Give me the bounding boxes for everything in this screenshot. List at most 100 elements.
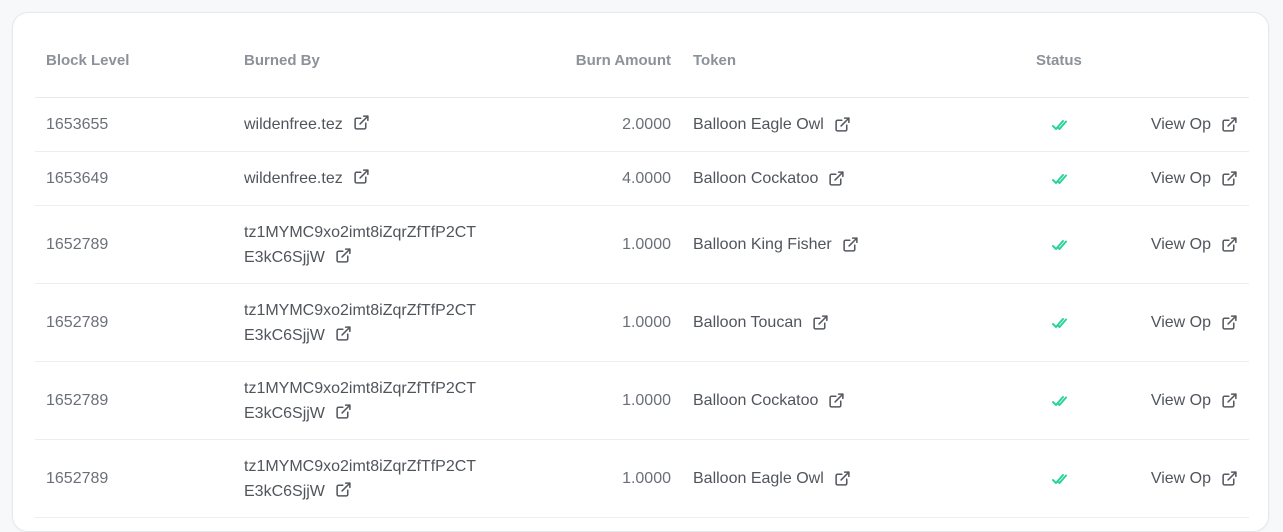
view-op-label[interactable]: View Op	[1151, 314, 1211, 332]
burned-by-address[interactable]: tz1MYMC9xo2imt8iZqrZfTfP2CT E3kC6SjjW	[244, 298, 476, 348]
status-cell	[1049, 440, 1069, 517]
column-header-token: Token	[693, 52, 737, 69]
burned-by-text[interactable]: E3kC6SjjW	[244, 405, 325, 422]
external-link-icon[interactable]	[353, 114, 370, 131]
burn-history-table: Block Level Burned By Burn Amount Token …	[35, 13, 1249, 518]
external-link-icon[interactable]	[812, 314, 829, 331]
burned-by-text[interactable]: wildenfree.tez	[244, 170, 343, 187]
view-op-label[interactable]: View Op	[1151, 470, 1211, 488]
table-header: Block Level Burned By Burn Amount Token …	[35, 13, 1249, 98]
external-link-icon[interactable]	[353, 168, 370, 185]
external-link-icon[interactable]	[1221, 116, 1238, 133]
burn-amount-cell: 1.0000	[622, 235, 671, 253]
view-op-link[interactable]: View Op	[1151, 98, 1238, 151]
external-link-icon[interactable]	[335, 325, 352, 342]
external-link-icon[interactable]	[1221, 170, 1238, 187]
burned-by-text[interactable]: E3kC6SjjW	[244, 483, 325, 500]
burned-by-cell: tz1MYMC9xo2imt8iZqrZfTfP2CT E3kC6SjjW	[244, 362, 476, 439]
external-link-icon[interactable]	[1221, 236, 1238, 253]
view-op-link[interactable]: View Op	[1151, 284, 1238, 361]
view-op-link[interactable]: View Op	[1151, 362, 1238, 439]
token-name-link[interactable]: Balloon Cockatoo	[693, 392, 818, 410]
burned-by-text[interactable]: tz1MYMC9xo2imt8iZqrZfTfP2CT	[244, 224, 476, 241]
view-op-label[interactable]: View Op	[1151, 170, 1211, 188]
token-name-link[interactable]: Balloon King Fisher	[693, 236, 832, 254]
block-level-cell: 1652789	[46, 235, 109, 253]
burned-by-line: wildenfree.tez	[244, 166, 370, 191]
burned-by-address[interactable]: tz1MYMC9xo2imt8iZqrZfTfP2CT E3kC6SjjW	[244, 376, 476, 426]
table-row: 1653649 wildenfree.tez 4.0000 Balloon Cocka…	[35, 152, 1249, 206]
column-header-burn-amount: Burn Amount	[575, 52, 671, 69]
table-row: 1652789 tz1MYMC9xo2imt8iZqrZfTfP2CT E3kC6S…	[35, 284, 1249, 362]
burned-by-cell: wildenfree.tez	[244, 152, 370, 205]
double-check-icon	[1051, 238, 1067, 252]
burn-amount-cell: 1.0000	[622, 391, 671, 409]
external-link-icon[interactable]	[1221, 470, 1238, 487]
external-link-icon[interactable]	[828, 392, 845, 409]
external-link-icon[interactable]	[335, 247, 352, 264]
double-check-icon	[1051, 172, 1067, 186]
status-cell	[1049, 206, 1069, 283]
table-row: 1652789 tz1MYMC9xo2imt8iZqrZfTfP2CT E3kC6S…	[35, 206, 1249, 284]
burn-amount-cell: 1.0000	[622, 469, 671, 487]
burned-by-cell: tz1MYMC9xo2imt8iZqrZfTfP2CT E3kC6SjjW	[244, 440, 476, 517]
view-op-link[interactable]: View Op	[1151, 206, 1238, 283]
token-cell: Balloon Toucan	[693, 284, 829, 361]
view-op-label[interactable]: View Op	[1151, 116, 1211, 134]
external-link-icon[interactable]	[834, 116, 851, 133]
burned-by-text[interactable]: tz1MYMC9xo2imt8iZqrZfTfP2CT	[244, 458, 476, 475]
external-link-icon[interactable]	[335, 403, 352, 420]
burned-by-address[interactable]: wildenfree.tez	[244, 166, 370, 191]
burn-amount-cell: 2.0000	[622, 115, 671, 133]
external-link-icon[interactable]	[828, 170, 845, 187]
burned-by-cell: wildenfree.tez	[244, 98, 370, 151]
view-op-label[interactable]: View Op	[1151, 236, 1211, 254]
burned-by-line: wildenfree.tez	[244, 112, 370, 137]
burned-by-line: E3kC6SjjW	[244, 401, 476, 426]
burned-by-line: E3kC6SjjW	[244, 323, 476, 348]
table-row: 1653655 wildenfree.tez 2.0000 Balloon Eagle…	[35, 98, 1249, 152]
burned-by-text[interactable]: tz1MYMC9xo2imt8iZqrZfTfP2CT	[244, 302, 476, 319]
burn-amount-cell: 4.0000	[622, 169, 671, 187]
table-row: 1652789 tz1MYMC9xo2imt8iZqrZfTfP2CT E3kC6S…	[35, 440, 1249, 518]
burned-by-text[interactable]: wildenfree.tez	[244, 116, 343, 133]
burned-by-cell: tz1MYMC9xo2imt8iZqrZfTfP2CT E3kC6SjjW	[244, 206, 476, 283]
double-check-icon	[1051, 316, 1067, 330]
token-cell: Balloon Cockatoo	[693, 362, 845, 439]
token-name-link[interactable]: Balloon Cockatoo	[693, 170, 818, 188]
burned-by-address[interactable]: tz1MYMC9xo2imt8iZqrZfTfP2CT E3kC6SjjW	[244, 220, 476, 270]
external-link-icon[interactable]	[842, 236, 859, 253]
column-header-status: Status	[1036, 52, 1082, 69]
external-link-icon[interactable]	[1221, 392, 1238, 409]
burned-by-address[interactable]: wildenfree.tez	[244, 112, 370, 137]
block-level-cell: 1652789	[46, 313, 109, 331]
table-row: 1652789 tz1MYMC9xo2imt8iZqrZfTfP2CT E3kC6S…	[35, 362, 1249, 440]
burned-by-line: tz1MYMC9xo2imt8iZqrZfTfP2CT	[244, 376, 476, 401]
burned-by-cell: tz1MYMC9xo2imt8iZqrZfTfP2CT E3kC6SjjW	[244, 284, 476, 361]
block-level-cell: 1652789	[46, 469, 109, 487]
token-name-link[interactable]: Balloon Eagle Owl	[693, 470, 824, 488]
burned-by-text[interactable]: tz1MYMC9xo2imt8iZqrZfTfP2CT	[244, 380, 476, 397]
burned-by-address[interactable]: tz1MYMC9xo2imt8iZqrZfTfP2CT E3kC6SjjW	[244, 454, 476, 504]
burned-by-text[interactable]: E3kC6SjjW	[244, 249, 325, 266]
burned-by-line: tz1MYMC9xo2imt8iZqrZfTfP2CT	[244, 220, 476, 245]
view-op-link[interactable]: View Op	[1151, 440, 1238, 517]
external-link-icon[interactable]	[1221, 314, 1238, 331]
view-op-label[interactable]: View Op	[1151, 392, 1211, 410]
burned-by-line: E3kC6SjjW	[244, 245, 476, 270]
view-op-link[interactable]: View Op	[1151, 152, 1238, 205]
token-name-link[interactable]: Balloon Eagle Owl	[693, 116, 824, 134]
double-check-icon	[1051, 118, 1067, 132]
block-level-cell: 1652789	[46, 391, 109, 409]
block-level-cell: 1653655	[46, 115, 109, 133]
token-name-link[interactable]: Balloon Toucan	[693, 314, 802, 332]
token-cell: Balloon Eagle Owl	[693, 440, 851, 517]
status-cell	[1049, 362, 1069, 439]
status-cell	[1049, 98, 1069, 151]
column-header-block-level: Block Level	[46, 52, 130, 69]
block-level-cell: 1653649	[46, 169, 109, 187]
external-link-icon[interactable]	[834, 470, 851, 487]
status-cell	[1049, 284, 1069, 361]
burned-by-text[interactable]: E3kC6SjjW	[244, 327, 325, 344]
external-link-icon[interactable]	[335, 481, 352, 498]
